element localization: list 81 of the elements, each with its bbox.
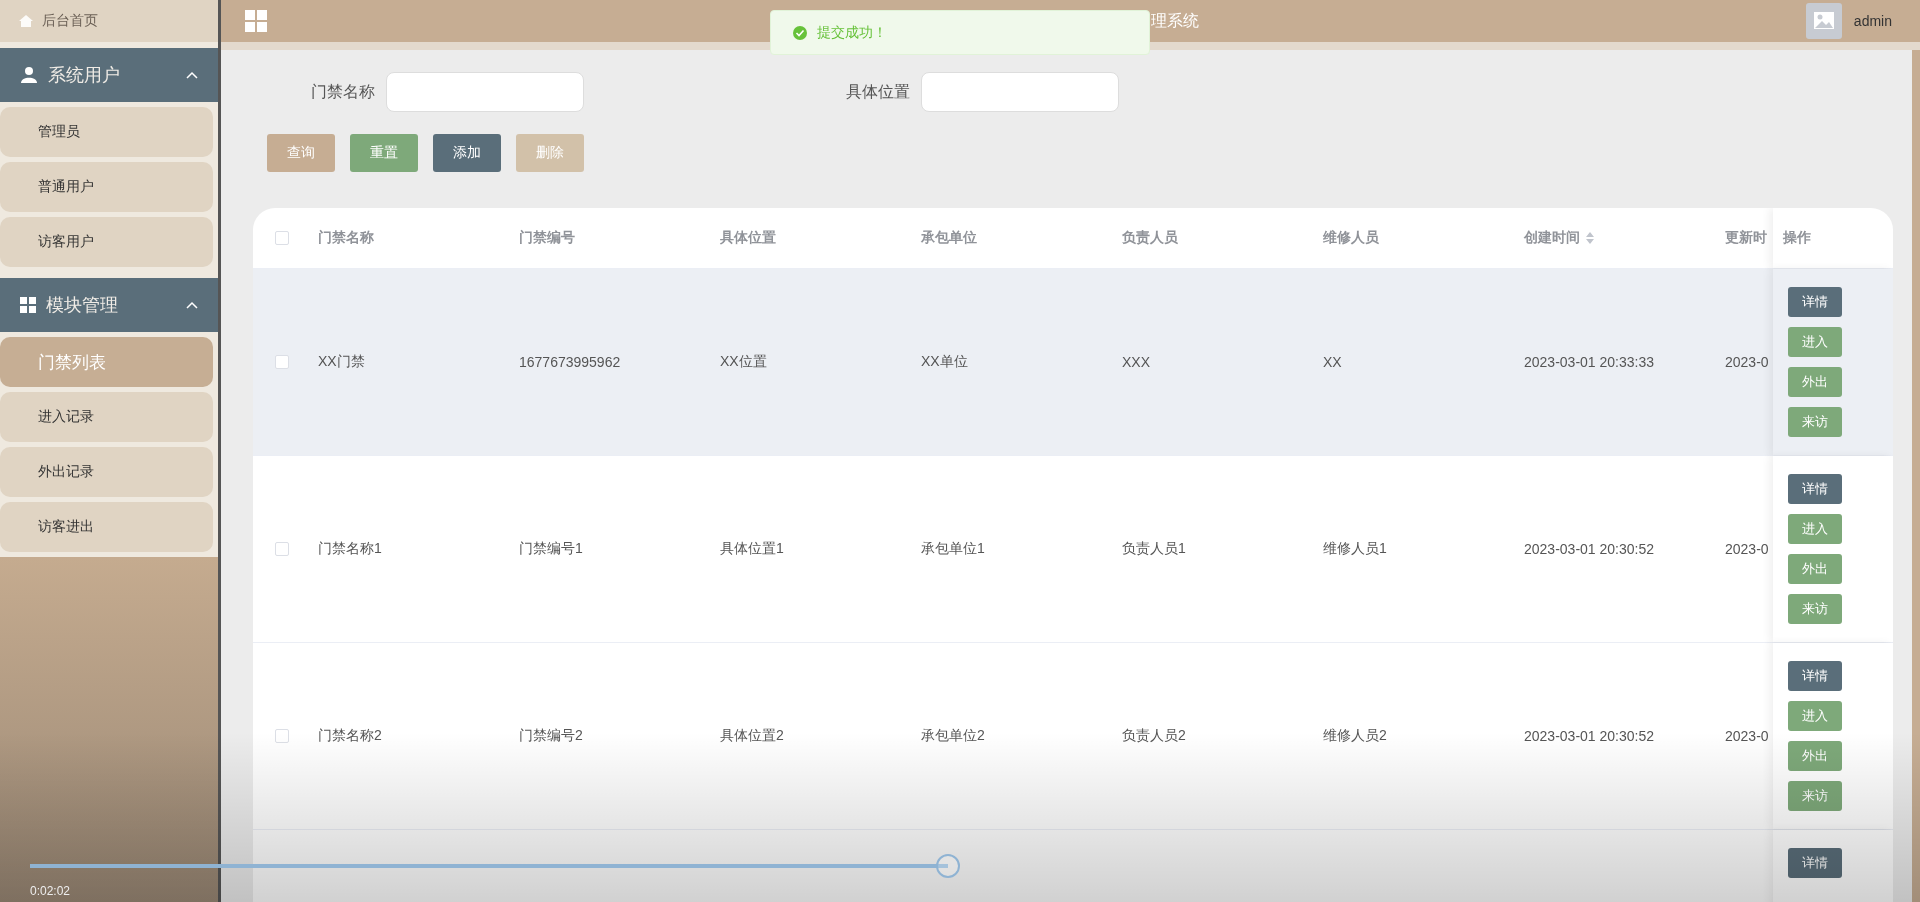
table-cell: 门禁编号2: [519, 727, 583, 745]
table-cell: 负责人员1: [1122, 540, 1186, 558]
table-cell: 1677673995962: [519, 354, 621, 370]
table-cell: 负责人员2: [1122, 727, 1186, 745]
avatar-image-icon: [1805, 3, 1842, 39]
app-title: 理系统: [1151, 10, 1200, 31]
caret-up-icon: [186, 301, 198, 309]
menu-group-header[interactable]: 模块管理: [0, 278, 218, 332]
playback-time: 0:02:02: [30, 884, 71, 898]
table-cell: 2023-03-01 20:30:52: [1524, 541, 1654, 557]
caret-up-icon: [186, 71, 198, 79]
action-button[interactable]: 进入: [1788, 327, 1842, 357]
column-header[interactable]: 承包单位: [921, 229, 977, 247]
field-label: 门禁名称: [311, 81, 375, 102]
column-header[interactable]: 创建时间: [1524, 229, 1580, 247]
menu-item[interactable]: 访客进出: [0, 502, 213, 552]
details-button[interactable]: 详情: [1788, 661, 1842, 691]
column-header[interactable]: 门禁编号: [519, 229, 575, 247]
checkbox[interactable]: [274, 355, 289, 369]
table-cell: XX位置: [720, 353, 767, 371]
column-header[interactable]: 负责人员: [1122, 229, 1178, 247]
menu-item[interactable]: 门禁列表: [0, 337, 213, 387]
add-button[interactable]: 添加: [433, 134, 501, 172]
action-button[interactable]: 进入: [1788, 701, 1842, 731]
menu-item[interactable]: 管理员: [0, 107, 213, 157]
table-cell: 2023-0: [1725, 541, 1769, 557]
details-button[interactable]: 详情: [1788, 287, 1842, 317]
table-cell: 门禁名称1: [318, 540, 382, 558]
progress-handle[interactable]: [936, 854, 960, 878]
grid-icon: [20, 297, 36, 313]
menu-item[interactable]: 外出记录: [0, 447, 213, 497]
table-cell: 2023-03-01 20:30:52: [1524, 728, 1654, 744]
table-cell: 2023-0: [1725, 728, 1769, 744]
action-button[interactable]: 来访: [1788, 407, 1842, 437]
toast-message: 提交成功！: [770, 10, 1150, 55]
table-cell: XX门禁: [318, 353, 365, 371]
table-cell: 维修人员1: [1323, 540, 1387, 558]
reset-button[interactable]: 重置: [350, 134, 418, 172]
action-button[interactable]: 进入: [1788, 514, 1842, 544]
query-button[interactable]: 查询: [267, 134, 335, 172]
action-button[interactable]: 来访: [1788, 781, 1842, 811]
scrollbar[interactable]: [1912, 50, 1920, 902]
table-cell: XXX: [1122, 354, 1150, 370]
column-header[interactable]: 维修人员: [1323, 229, 1379, 247]
table-cell: 承包单位2: [921, 727, 985, 745]
home-icon: [18, 13, 34, 29]
checkbox[interactable]: [274, 729, 289, 743]
column-header[interactable]: 更新时: [1725, 229, 1767, 247]
table-cell: 承包单位1: [921, 540, 985, 558]
table-cell: 维修人员2: [1323, 727, 1387, 745]
user-name[interactable]: admin: [1853, 13, 1892, 29]
action-button[interactable]: 来访: [1788, 594, 1842, 624]
action-button[interactable]: 外出: [1788, 741, 1842, 771]
checkbox[interactable]: [274, 231, 289, 245]
checkbox[interactable]: [274, 542, 289, 556]
action-button[interactable]: 外出: [1788, 554, 1842, 584]
table-cell: XX单位: [921, 353, 968, 371]
table-cell: 2023-0: [1725, 354, 1769, 370]
user-icon: [20, 66, 38, 84]
table-cell: 具体位置2: [720, 727, 784, 745]
grid-icon: [245, 10, 267, 32]
details-button[interactable]: 详情: [1788, 848, 1842, 878]
table-cell: 2023-03-01 20:33:33: [1524, 354, 1654, 370]
column-header[interactable]: 门禁名称: [318, 229, 374, 247]
input-field[interactable]: [921, 72, 1119, 112]
home-link[interactable]: 后台首页: [0, 0, 218, 42]
table-cell: 门禁名称2: [318, 727, 382, 745]
input-field[interactable]: [386, 72, 584, 112]
details-button[interactable]: 详情: [1788, 474, 1842, 504]
table-cell: 具体位置1: [720, 540, 784, 558]
column-header: 操作: [1783, 229, 1811, 247]
table-cell: XX: [1323, 354, 1342, 370]
menu-item[interactable]: 访客用户: [0, 217, 213, 267]
table-cell: 门禁编号1: [519, 540, 583, 558]
field-label: 具体位置: [846, 81, 910, 102]
menu-group-header[interactable]: 系统用户: [0, 48, 218, 102]
menu-item[interactable]: 普通用户: [0, 162, 213, 212]
menu-item[interactable]: 进入记录: [0, 392, 213, 442]
column-header[interactable]: 具体位置: [720, 229, 776, 247]
success-check-icon: [793, 25, 807, 40]
action-button[interactable]: 外出: [1788, 367, 1842, 397]
